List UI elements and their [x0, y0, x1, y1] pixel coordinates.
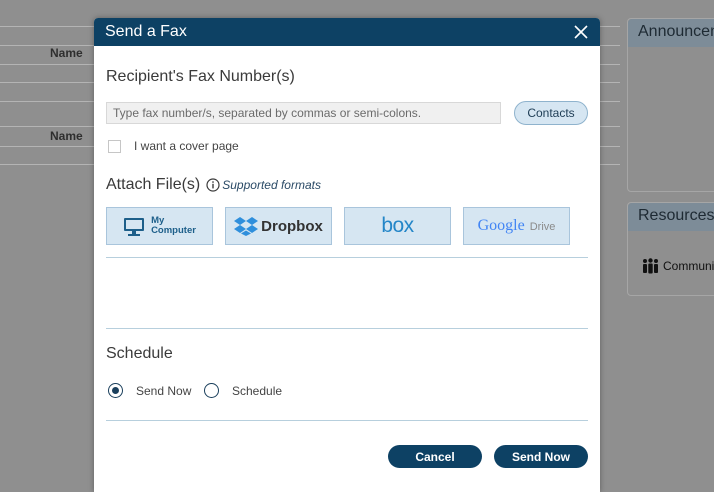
- box-button[interactable]: box: [344, 207, 451, 245]
- fax-number-input[interactable]: [106, 102, 501, 124]
- schedule-option[interactable]: Schedule: [204, 383, 282, 398]
- cancel-button[interactable]: Cancel: [388, 445, 482, 468]
- dialog-header: Send a Fax: [94, 18, 600, 46]
- announcements-panel: Announcements: [627, 18, 714, 192]
- column-header-name: Name: [50, 46, 83, 60]
- google-drive-button[interactable]: Google Drive: [463, 207, 570, 245]
- schedule-radio[interactable]: [204, 383, 219, 398]
- schedule-label: Schedule: [232, 383, 283, 398]
- dropbox-button[interactable]: Dropbox: [225, 207, 332, 245]
- cover-page-option[interactable]: I want a cover page: [108, 139, 239, 153]
- announcements-title: Announcements: [628, 19, 714, 47]
- info-icon: [206, 178, 220, 192]
- recipient-heading: Recipient's Fax Number(s): [106, 68, 295, 85]
- resource-item-community: Community: [642, 258, 714, 274]
- supported-formats-link[interactable]: Supported formats: [222, 178, 321, 192]
- dropbox-icon: [234, 216, 259, 236]
- schedule-heading: Schedule: [106, 345, 173, 362]
- column-header-name: Name: [50, 129, 83, 143]
- close-button[interactable]: [572, 23, 590, 41]
- people-icon: [642, 258, 659, 274]
- send-now-radio[interactable]: [108, 383, 123, 398]
- resources-title: Resources: [628, 203, 714, 231]
- resource-item-label: Community: [663, 259, 714, 273]
- divider: [106, 328, 588, 329]
- send-now-button[interactable]: Send Now: [494, 445, 588, 468]
- attach-heading: Attach File(s): [106, 176, 201, 193]
- resources-panel: Resources: [627, 202, 714, 296]
- my-computer-label-line2: Computer: [151, 225, 196, 236]
- divider: [106, 420, 588, 421]
- contacts-button[interactable]: Contacts: [514, 101, 588, 125]
- dialog-title: Send a Fax: [105, 23, 187, 40]
- my-computer-label: My Computer: [151, 216, 196, 236]
- send-now-option[interactable]: Send Now: [108, 383, 191, 398]
- send-fax-dialog: Send a Fax Recipient's Fax Number(s) Con…: [94, 18, 600, 492]
- drive-wordmark: Drive: [529, 221, 556, 233]
- my-computer-button[interactable]: My Computer: [106, 207, 213, 245]
- monitor-icon: [123, 217, 145, 236]
- attach-files-row: Attach File(s) Supported formats: [106, 176, 321, 194]
- dropbox-label: Dropbox: [261, 217, 323, 235]
- send-now-label: Send Now: [136, 383, 192, 398]
- google-drive-logo: Google Drive: [478, 217, 556, 235]
- box-logo: box: [381, 214, 414, 237]
- close-icon: [574, 25, 588, 39]
- cover-page-label: I want a cover page: [134, 139, 239, 153]
- cover-page-checkbox[interactable]: [108, 139, 121, 153]
- google-wordmark: Google: [477, 217, 525, 234]
- radio-selected-dot: [112, 387, 119, 394]
- divider: [106, 257, 588, 258]
